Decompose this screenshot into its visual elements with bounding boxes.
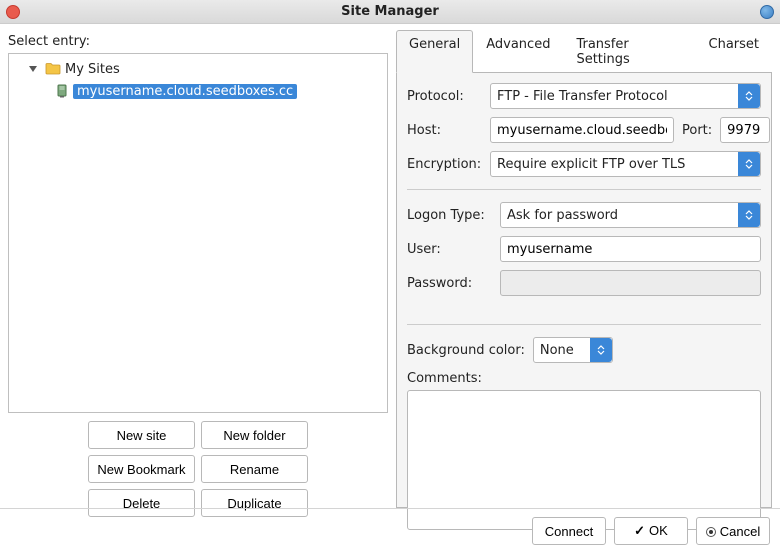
tree-site-row[interactable]: myusername.cloud.seedboxes.cc xyxy=(9,80,387,102)
tree-root-row[interactable]: My Sites xyxy=(9,58,387,80)
site-buttons-grid: New site New folder New Bookmark Rename … xyxy=(8,421,388,517)
titlebar: Site Manager xyxy=(0,0,780,24)
comments-label: Comments: xyxy=(407,371,761,386)
encryption-select[interactable]: Require explicit FTP over TLS xyxy=(490,151,761,177)
tree-site-label: myusername.cloud.seedboxes.cc xyxy=(73,84,297,99)
cancel-label: Cancel xyxy=(720,524,760,539)
chevron-down-icon[interactable] xyxy=(29,66,37,72)
connect-button[interactable]: Connect xyxy=(532,517,606,545)
left-pane: Select entry: My Sites xyxy=(8,30,388,508)
updown-icon xyxy=(738,84,760,108)
bg-color-value: None xyxy=(540,343,574,358)
check-icon: ✓ xyxy=(634,523,645,538)
tree-root-label: My Sites xyxy=(65,62,120,77)
host-input[interactable] xyxy=(490,117,674,143)
tab-panel-general: Protocol: FTP - File Transfer Protocol H… xyxy=(396,73,772,508)
protocol-value: FTP - File Transfer Protocol xyxy=(497,89,668,104)
new-folder-button[interactable]: New folder xyxy=(201,421,308,449)
host-label: Host: xyxy=(407,123,482,138)
new-bookmark-button[interactable]: New Bookmark xyxy=(88,455,195,483)
tab-charset[interactable]: Charset xyxy=(696,30,773,73)
encryption-label: Encryption: xyxy=(407,157,482,172)
password-label: Password: xyxy=(407,276,492,291)
updown-icon xyxy=(590,338,612,362)
logon-type-select[interactable]: Ask for password xyxy=(500,202,761,228)
encryption-value: Require explicit FTP over TLS xyxy=(497,157,685,172)
rename-button[interactable]: Rename xyxy=(201,455,308,483)
tab-bar: General Advanced Transfer Settings Chars… xyxy=(396,30,772,73)
window-title: Site Manager xyxy=(0,4,780,19)
logon-type-label: Logon Type: xyxy=(407,208,492,223)
radio-icon xyxy=(706,527,716,537)
updown-icon xyxy=(738,203,760,227)
footer: Connect ✓ OK Cancel xyxy=(0,508,780,553)
updown-icon xyxy=(738,152,760,176)
logon-type-value: Ask for password xyxy=(507,208,618,223)
port-input[interactable] xyxy=(720,117,770,143)
password-input xyxy=(500,270,761,296)
site-tree[interactable]: My Sites myusername.cloud.seedboxes.cc xyxy=(8,53,388,413)
tab-general[interactable]: General xyxy=(396,30,473,73)
ok-label: OK xyxy=(649,523,668,538)
protocol-select[interactable]: FTP - File Transfer Protocol xyxy=(490,83,761,109)
server-icon xyxy=(55,84,69,98)
user-label: User: xyxy=(407,242,492,257)
protocol-label: Protocol: xyxy=(407,89,482,104)
bg-color-select[interactable]: None xyxy=(533,337,613,363)
port-label: Port: xyxy=(682,123,712,138)
divider xyxy=(407,324,761,325)
bg-color-label: Background color: xyxy=(407,343,525,358)
cancel-button[interactable]: Cancel xyxy=(696,517,770,545)
user-input[interactable] xyxy=(500,236,761,262)
select-entry-label: Select entry: xyxy=(8,34,388,49)
tab-advanced[interactable]: Advanced xyxy=(473,30,563,73)
new-site-button[interactable]: New site xyxy=(88,421,195,449)
tab-transfer-settings[interactable]: Transfer Settings xyxy=(563,30,695,73)
ok-button[interactable]: ✓ OK xyxy=(614,517,688,545)
folder-icon xyxy=(45,61,61,77)
divider xyxy=(407,189,761,190)
right-pane: General Advanced Transfer Settings Chars… xyxy=(396,30,772,508)
